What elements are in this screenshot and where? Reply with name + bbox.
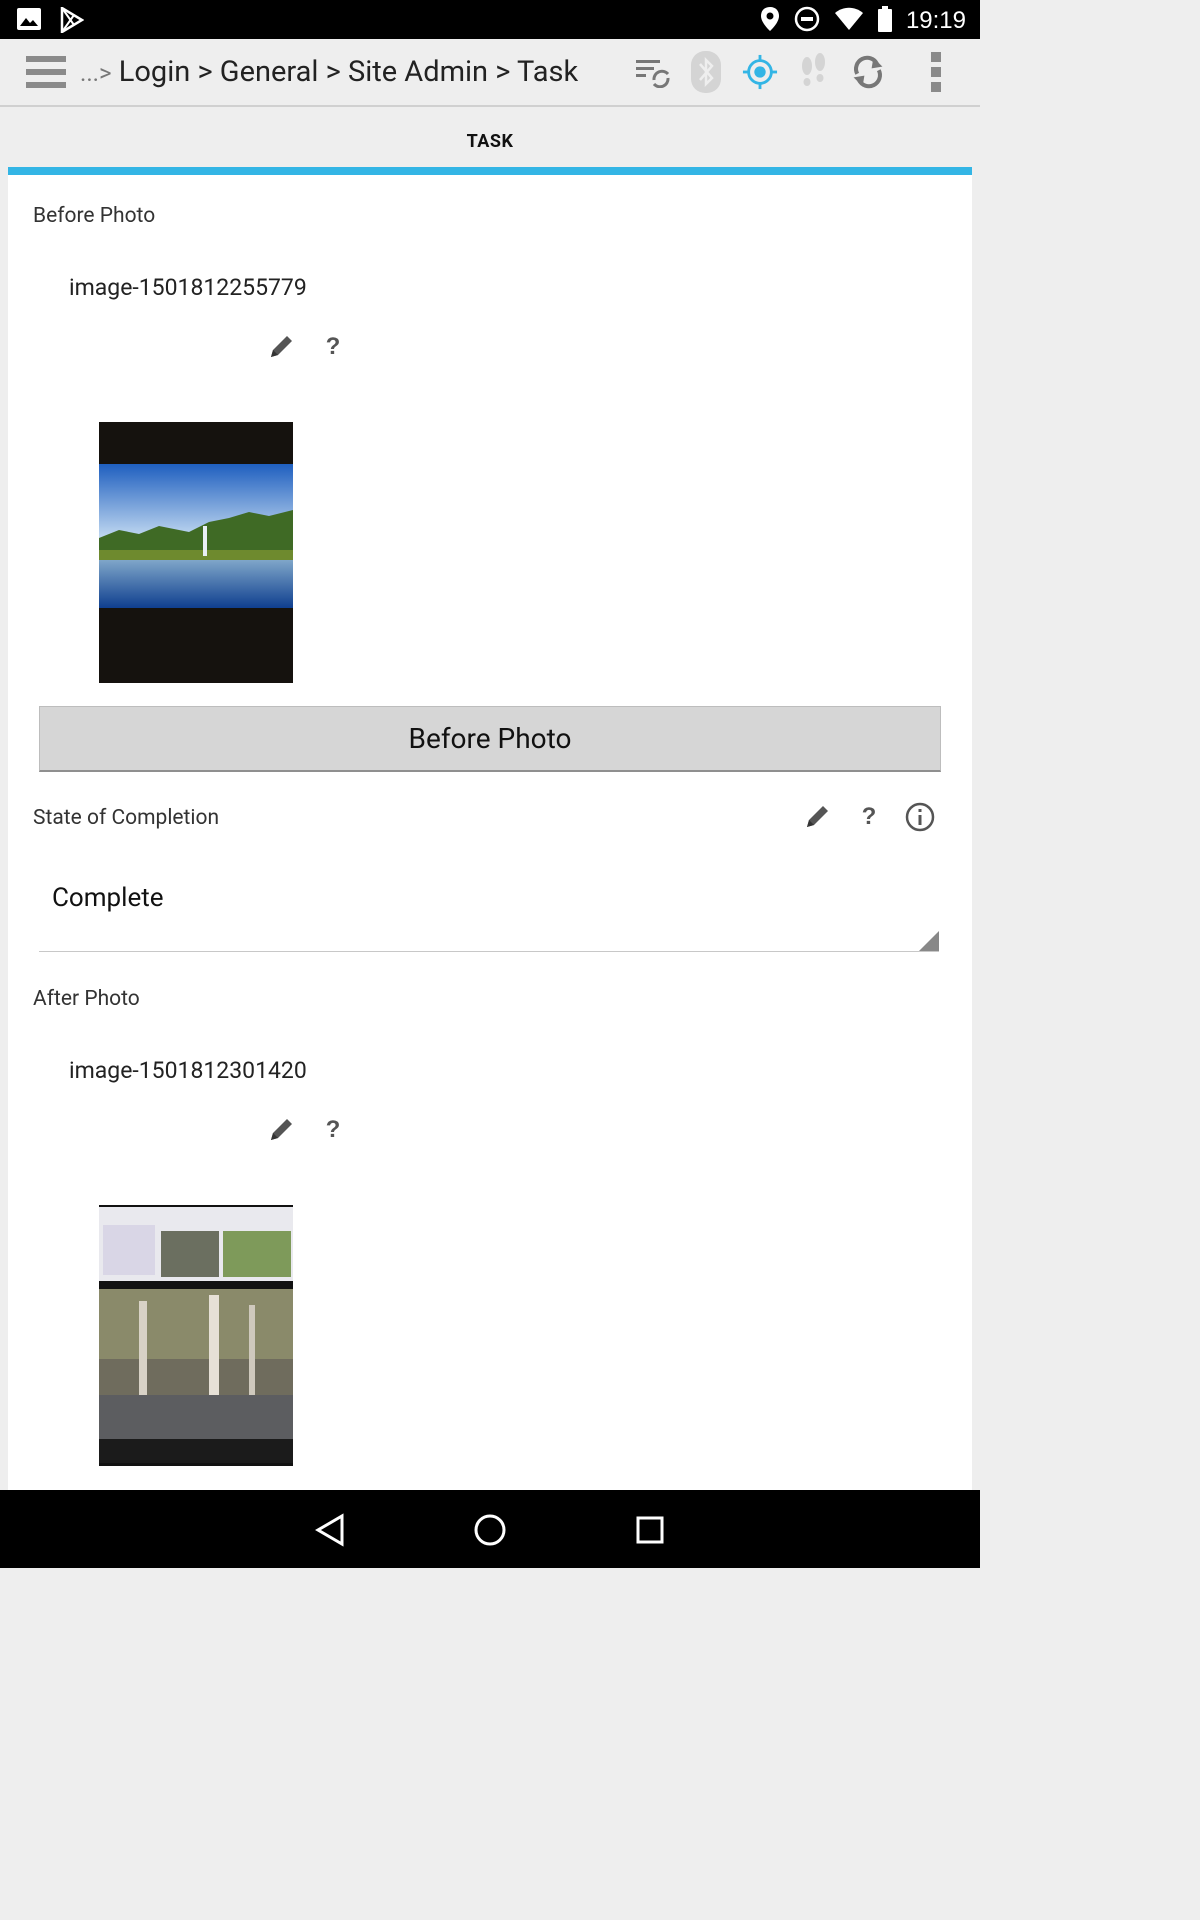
- status-bar: 19:19: [0, 0, 980, 39]
- before-photo-thumbnail[interactable]: [99, 422, 293, 683]
- state-info-icon[interactable]: [905, 802, 935, 832]
- task-form: Before Photo image-1501812255779 ? Befor…: [8, 175, 972, 1490]
- after-photo-thumbnail[interactable]: [99, 1205, 293, 1466]
- battery-icon: [877, 6, 892, 36]
- tab-task[interactable]: TASK: [8, 107, 972, 167]
- state-edit-icon[interactable]: [802, 802, 832, 832]
- state-of-completion-value: Complete: [52, 883, 164, 913]
- dropdown-arrow-icon: [919, 931, 939, 951]
- bluetooth-icon[interactable]: [688, 51, 724, 93]
- recents-icon[interactable]: [632, 1512, 668, 1548]
- play-store-icon: [60, 5, 85, 37]
- clock: 19:19: [905, 7, 966, 34]
- state-of-completion-dropdown[interactable]: Complete: [39, 865, 939, 952]
- before-photo-button[interactable]: Before Photo: [39, 706, 941, 772]
- footsteps-icon[interactable]: [796, 51, 832, 93]
- breadcrumb-path[interactable]: Login > General > Site Admin > Task: [119, 55, 578, 89]
- before-photo-filename: image-1501812255779: [69, 274, 307, 301]
- tab-indicator: [8, 167, 972, 175]
- gps-target-icon[interactable]: [742, 51, 778, 93]
- navigation-bar: [0, 1490, 980, 1568]
- after-photo-filename: image-1501812301420: [69, 1057, 307, 1084]
- state-of-completion-label: State of Completion: [33, 806, 220, 830]
- breadcrumb-prefix[interactable]: ...>: [80, 59, 112, 87]
- overflow-menu-icon[interactable]: [926, 51, 946, 93]
- before-photo-help-icon[interactable]: ?: [318, 332, 348, 362]
- action-bar: ...> Login > General > Site Admin > Task: [0, 39, 980, 107]
- breadcrumb: ...> Login > General > Site Admin > Task: [80, 55, 578, 89]
- image-icon: [16, 7, 42, 37]
- location-icon: [760, 6, 780, 36]
- do-not-disturb-icon: [794, 6, 820, 36]
- after-photo-label: After Photo: [33, 987, 140, 1011]
- home-icon[interactable]: [472, 1512, 508, 1548]
- before-photo-edit-icon[interactable]: [266, 332, 296, 362]
- before-photo-label: Before Photo: [33, 204, 156, 228]
- menu-icon[interactable]: [26, 56, 66, 90]
- after-photo-help-icon[interactable]: ?: [318, 1115, 348, 1145]
- wifi-icon: [834, 7, 864, 35]
- tab-task-label: TASK: [466, 131, 514, 152]
- state-help-icon[interactable]: ?: [854, 802, 884, 832]
- after-photo-edit-icon[interactable]: [266, 1115, 296, 1145]
- refresh-icon[interactable]: [850, 51, 886, 93]
- back-icon[interactable]: [312, 1512, 348, 1548]
- sync-list-icon[interactable]: [634, 51, 670, 93]
